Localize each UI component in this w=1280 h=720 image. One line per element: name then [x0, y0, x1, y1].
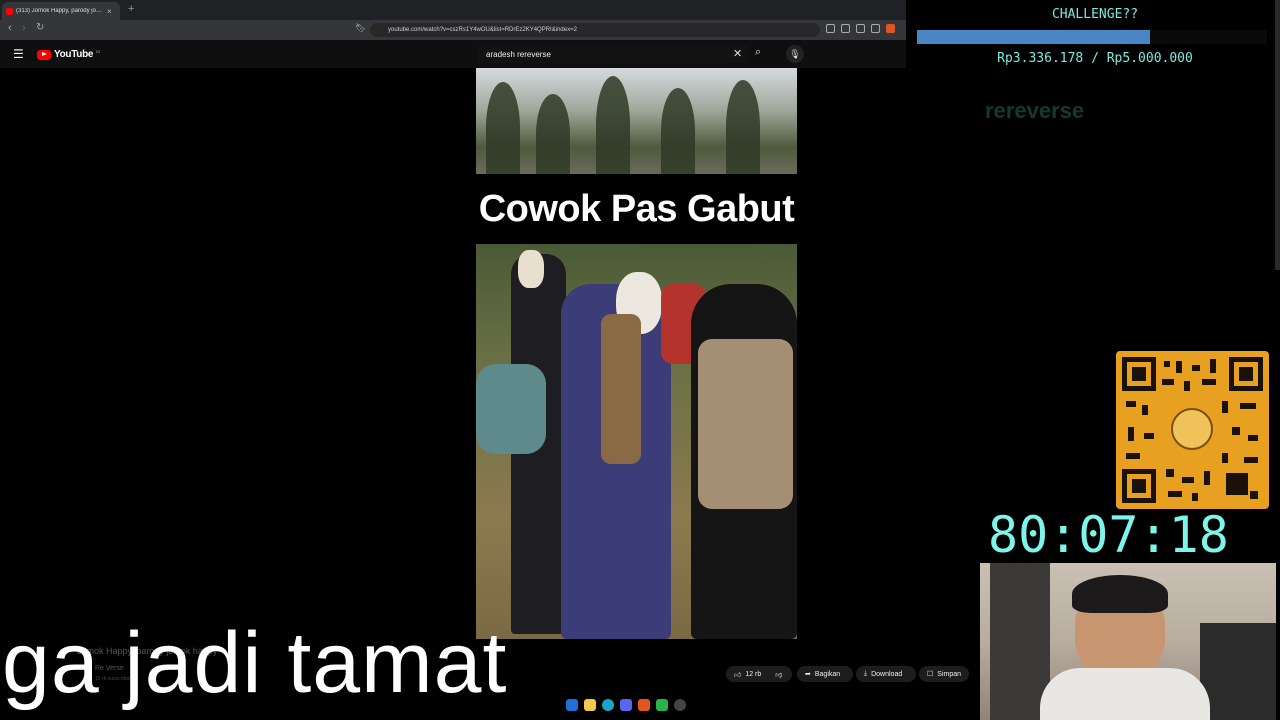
- save-label: Simpan: [937, 670, 962, 678]
- terminal-icon[interactable]: [656, 699, 668, 711]
- bookmark-icon[interactable]: 🔖︎: [355, 23, 366, 34]
- video-top-scene: [476, 68, 797, 174]
- address-bar[interactable]: youtube.com/watch?v=cszRs1Y4wOU&list=RDr…: [370, 23, 820, 37]
- share-button[interactable]: ➦ Bagikan: [797, 666, 853, 682]
- qr-pattern: [1122, 357, 1263, 503]
- cast-icon[interactable]: [841, 24, 850, 33]
- discord-icon[interactable]: [620, 699, 632, 711]
- like-button[interactable]: 👍︎ 12 rb 👎︎: [726, 666, 792, 682]
- search-input[interactable]: aradesh rereverse: [478, 45, 748, 63]
- challenge-progress-fill: [917, 30, 1151, 44]
- webcam-streamer-shirt: [1040, 668, 1210, 720]
- stream-timer: 80:07:18: [988, 506, 1229, 564]
- reload-icon[interactable]: ↻: [36, 22, 44, 33]
- save-icon: ☐: [927, 671, 934, 678]
- browser-tab[interactable]: (313) Jomok Happy, parody jomok happy ×: [2, 2, 120, 20]
- video-caption: Cowok Pas Gabut: [476, 174, 797, 244]
- youtube-favicon-icon: [6, 7, 13, 15]
- back-icon[interactable]: ‹: [8, 22, 12, 34]
- save-button[interactable]: ☐ Simpan: [919, 666, 969, 682]
- download-icon: ⤓: [864, 670, 868, 677]
- youtube-header: [0, 40, 906, 68]
- page-scrollbar[interactable]: [1275, 0, 1280, 270]
- translate-icon[interactable]: [826, 24, 835, 33]
- video-player[interactable]: Cowok Pas Gabut: [476, 68, 797, 639]
- clear-search-icon[interactable]: ✕: [733, 47, 742, 60]
- download-label: Download: [871, 670, 903, 678]
- country-code: ID: [96, 49, 101, 54]
- start-icon[interactable]: [566, 699, 578, 711]
- edge-icon[interactable]: [602, 699, 614, 711]
- new-tab-button[interactable]: +: [128, 3, 134, 15]
- search-value: aradesh rereverse: [486, 49, 551, 59]
- menu-icon[interactable]: ☰: [13, 47, 24, 61]
- screenshot-icon[interactable]: [856, 24, 865, 33]
- obs-icon[interactable]: [674, 699, 686, 711]
- share-arrow-icon: ➦: [805, 671, 811, 678]
- webcam-chair: [1200, 623, 1276, 720]
- video-bottom-scene: [476, 244, 797, 639]
- download-button[interactable]: ⤓ Download: [856, 666, 916, 682]
- stream-subtitle: ga jadi tamat: [2, 615, 508, 711]
- qr-mascot-icon: [1171, 408, 1213, 450]
- thumbs-down-icon[interactable]: 👎︎: [775, 670, 782, 679]
- donation-qr-code: [1116, 351, 1269, 509]
- youtube-logo-text: YouTube: [54, 49, 94, 60]
- channel-watermark: rereverse: [985, 98, 1085, 123]
- share-label: Bagikan: [814, 670, 841, 678]
- close-tab-icon[interactable]: ×: [107, 7, 112, 16]
- webcam-streamer-hair: [1072, 575, 1168, 613]
- microphone-icon[interactable]: 🎙︎: [786, 45, 804, 63]
- webcam-feed: [980, 563, 1276, 720]
- like-count: 12 rb: [745, 670, 762, 678]
- brave-icon[interactable]: [638, 699, 650, 711]
- extension-icons: [826, 24, 895, 33]
- challenge-amount: Rp3.336.178 / Rp5.000.000: [997, 51, 1193, 66]
- forward-icon[interactable]: ›: [22, 22, 26, 34]
- folder-icon[interactable]: [584, 699, 596, 711]
- thumbs-up-icon: 👍︎: [734, 671, 742, 679]
- challenge-label: CHALLENGE??: [1051, 7, 1139, 22]
- youtube-play-icon: [37, 49, 51, 60]
- youtube-logo[interactable]: YouTube ID: [37, 49, 100, 60]
- url-text: youtube.com/watch?v=cszRs1Y4wOU&list=RDr…: [388, 27, 577, 33]
- tab-title: (313) Jomok Happy, parody jomok happy: [16, 8, 104, 14]
- share-icon[interactable]: [871, 24, 880, 33]
- taskbar: [566, 699, 686, 711]
- search-icon[interactable]: ⌕: [755, 46, 761, 59]
- brave-shield-icon[interactable]: [886, 24, 895, 33]
- browser-tab-bar: [0, 0, 906, 20]
